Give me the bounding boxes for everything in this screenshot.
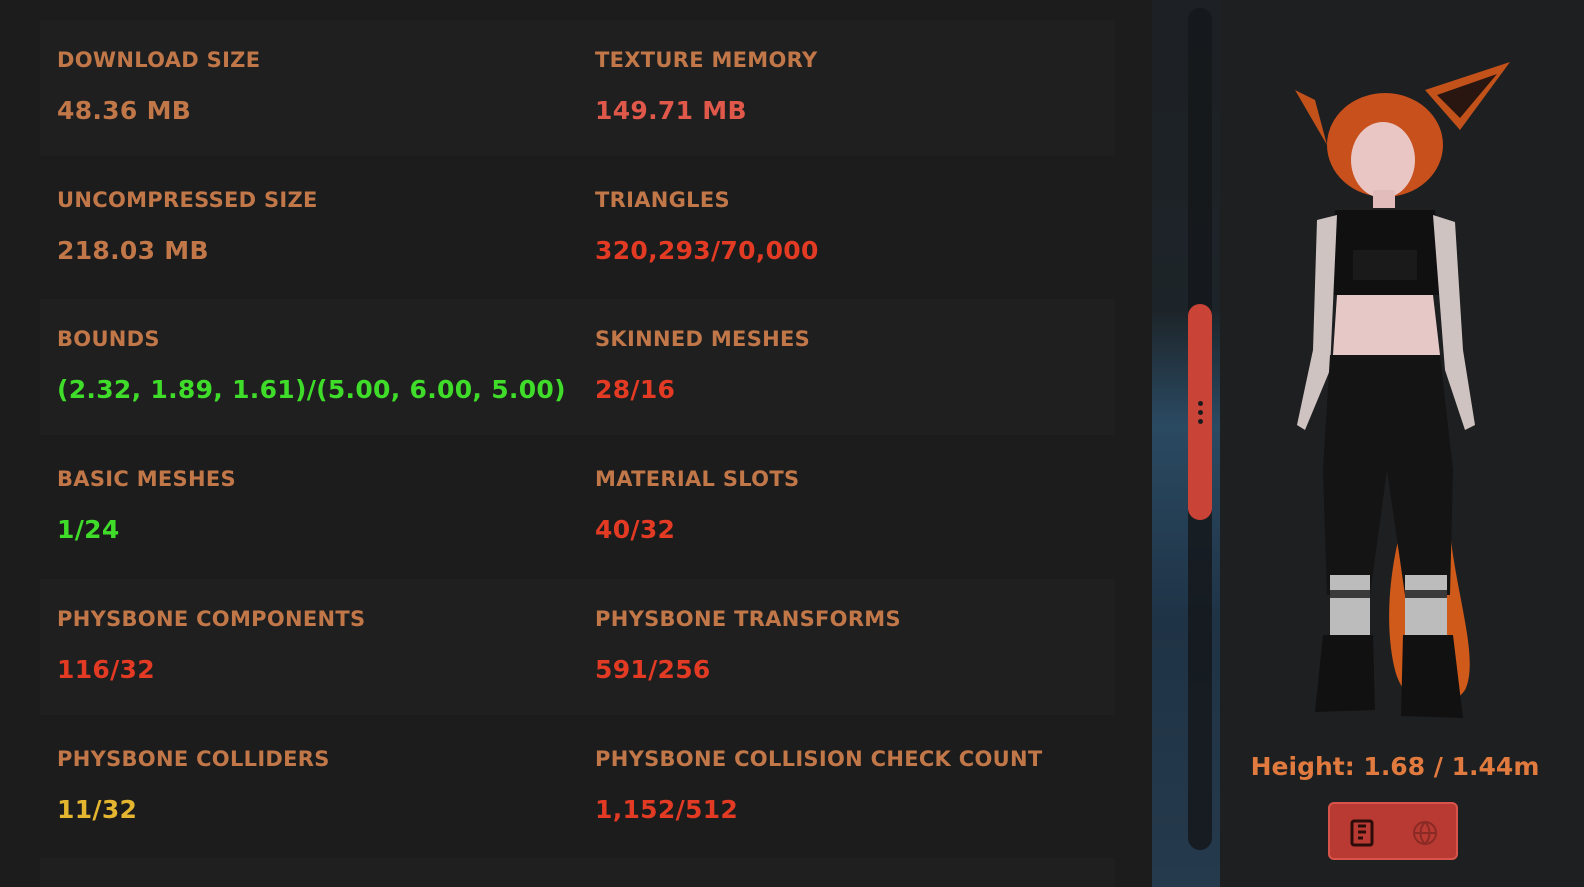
stats-row: PHYSBONE COLLIDERS 11/32 PHYSBONE COLLISIO…	[40, 719, 1115, 855]
stat-label: TEXTURE MEMORY	[595, 48, 818, 72]
stat-label: SKINNED MESHES	[595, 327, 811, 351]
avatar-height-label: Height: 1.68 / 1.44m	[1250, 752, 1540, 781]
globe-icon[interactable]	[1410, 818, 1440, 848]
document-badge-icon[interactable]	[1348, 818, 1378, 848]
stat-value: 591/256	[595, 655, 711, 684]
stats-row: PHYSBONE COMPONENTS 116/32 PHYSBONE TRANSF…	[40, 579, 1115, 715]
avatar-preview-panel: Height: 1.68 / 1.44m	[1220, 0, 1584, 887]
stats-row: UNCOMPRESSED SIZE 218.03 MB TRIANGLES 320,2…	[40, 160, 1115, 296]
stat-value: 1/24	[57, 515, 120, 544]
stat-label: MATERIAL SLOTS	[595, 467, 800, 491]
stat-label: PHYSBONE TRANSFORMS	[595, 607, 901, 631]
stat-label: PHYSBONE COLLIDERS	[57, 747, 330, 771]
stats-row: BASIC MESHES 1/24 MATERIAL SLOTS 40/32	[40, 439, 1115, 575]
stat-value: (2.32, 1.89, 1.61)/(5.00, 6.00, 5.00)	[57, 375, 566, 404]
stat-label: BOUNDS	[57, 327, 160, 351]
stat-value: 116/32	[57, 655, 155, 684]
avatar-stats-panel: DOWNLOAD SIZE 48.36 MB TEXTURE MEMORY 149.7…	[0, 0, 1152, 887]
stats-row-partial	[40, 858, 1115, 887]
stat-label: TRIANGLES	[595, 188, 730, 212]
stat-label: UNCOMPRESSED SIZE	[57, 188, 318, 212]
stat-value: 48.36 MB	[57, 96, 192, 125]
stat-value: 28/16	[595, 375, 676, 404]
scrollbar-thumb[interactable]	[1188, 304, 1212, 520]
stat-value: 149.71 MB	[595, 96, 747, 125]
avatar-action-buttons	[1328, 802, 1458, 860]
stats-row: DOWNLOAD SIZE 48.36 MB TEXTURE MEMORY 149.7…	[40, 20, 1115, 156]
stat-value: 11/32	[57, 795, 138, 824]
avatar-model-image	[1295, 62, 1510, 718]
scroll-strip	[1152, 0, 1220, 887]
stat-value: 218.03 MB	[57, 236, 209, 265]
stat-label: BASIC MESHES	[57, 467, 236, 491]
stat-value: 1,152/512	[595, 795, 739, 824]
stat-label: PHYSBONE COMPONENTS	[57, 607, 366, 631]
stat-value: 40/32	[595, 515, 676, 544]
stat-value: 320,293/70,000	[595, 236, 819, 265]
stats-row: BOUNDS (2.32, 1.89, 1.61)/(5.00, 6.00, 5.…	[40, 299, 1115, 435]
stat-label: DOWNLOAD SIZE	[57, 48, 261, 72]
stat-label: PHYSBONE COLLISION CHECK COUNT	[595, 747, 1043, 771]
